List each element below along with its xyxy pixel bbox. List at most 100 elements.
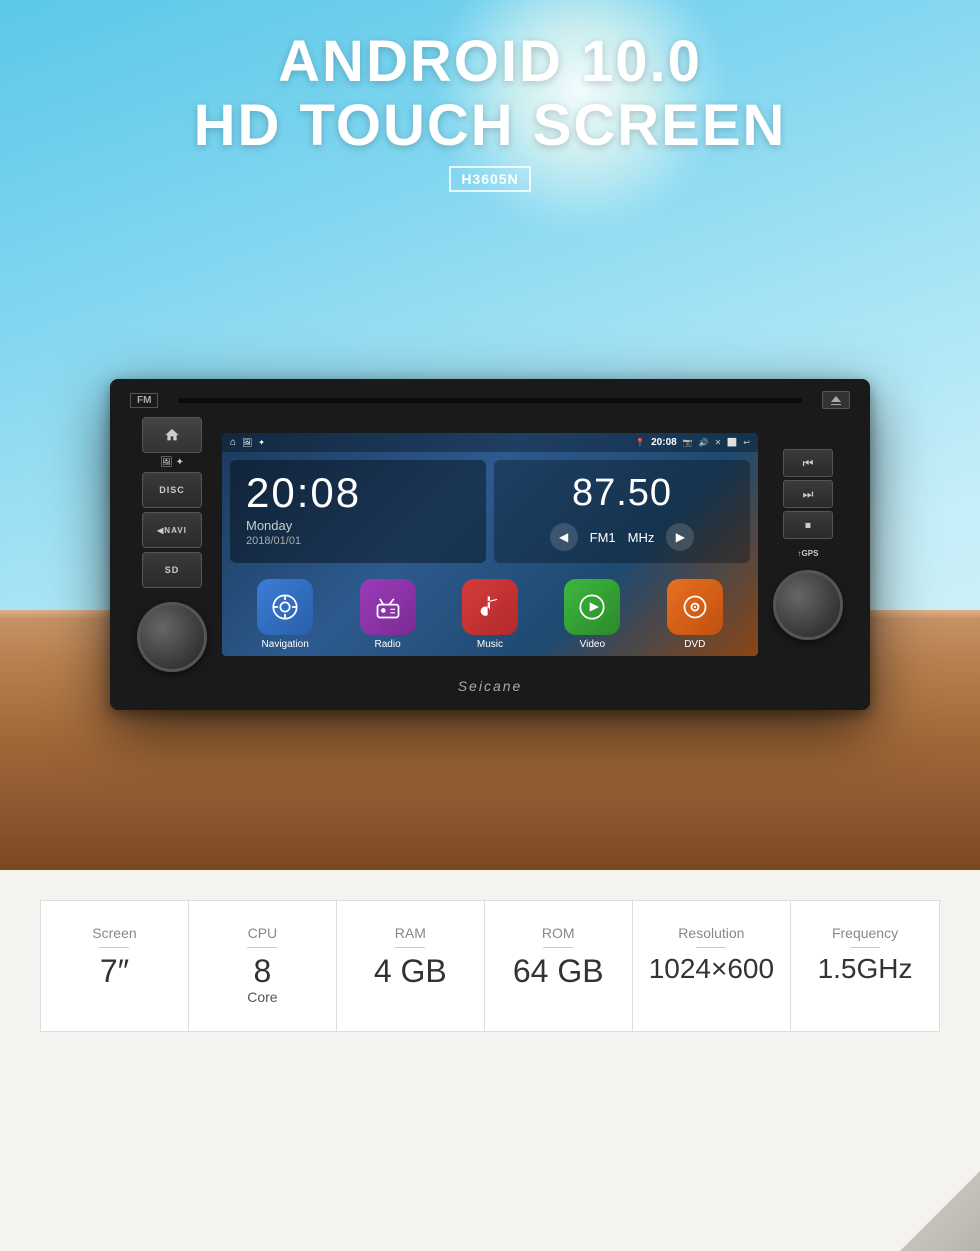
music-label: Music [477, 639, 503, 650]
spec-resolution-label: Resolution [678, 925, 744, 941]
spec-ram-divider [395, 947, 425, 948]
apps-row: Navigation [222, 571, 758, 656]
spec-ram-label: RAM [395, 925, 426, 941]
app-dvd[interactable]: DVD [667, 579, 723, 650]
skip-back-button[interactable]: ⏮ [783, 449, 833, 477]
status-bar: ⌂ 🖼 ✦ 📍 20:08 📷 🔊 ✕ ⬜ [222, 433, 758, 452]
device-wrapper: FM [110, 379, 870, 710]
eject-button[interactable] [822, 391, 850, 409]
media-controls: ⏮ ⏭ ⏹ [783, 449, 833, 539]
spec-cpu-number: 8 [253, 953, 271, 989]
specs-section: Screen 7″ CPU 8 Core RAM 4 GB ROM 64 GB … [0, 870, 980, 1251]
model-badge: H3605N [449, 166, 530, 192]
eject-line [831, 404, 841, 405]
nav-svg [271, 593, 299, 621]
app-music[interactable]: Music [462, 579, 518, 650]
photo-icon: 🖼 [160, 457, 173, 468]
disc-label: DISC [159, 485, 185, 495]
spec-rom-label: ROM [542, 925, 575, 941]
spec-resolution: Resolution 1024×600 [633, 901, 791, 1031]
volume-icon: 🔊 [699, 438, 709, 447]
title-line2: HD TOUCH SCREEN [0, 94, 980, 158]
left-panel: 🖼 ✦ DISC ◀NAVI SD [122, 417, 222, 672]
title-line1: ANDROID 10.0 [0, 30, 980, 94]
video-label: Video [580, 639, 605, 650]
spec-rom-divider [543, 947, 573, 948]
spec-screen-value: 7″ [100, 954, 129, 989]
home-status-icon: ⌂ [230, 437, 236, 448]
spec-cpu-unit: Core [247, 989, 277, 1005]
radio-info: ◀ FM1 MHz ▶ [510, 523, 734, 551]
spec-resolution-value: 1024×600 [649, 954, 774, 985]
radio-next-button[interactable]: ▶ [666, 523, 694, 551]
spec-cpu-value-group: 8 Core [247, 954, 277, 1007]
skip-forward-button[interactable]: ⏭ [783, 480, 833, 508]
radio-prev-button[interactable]: ◀ [550, 523, 578, 551]
home-button[interactable] [142, 417, 202, 453]
spec-rom-value: 64 GB [513, 954, 604, 989]
app-video[interactable]: Video [564, 579, 620, 650]
dvd-label: DVD [684, 639, 705, 650]
music-icon [462, 579, 518, 635]
status-right: 📍 20:08 📷 🔊 ✕ ⬜ ↩ [635, 437, 750, 448]
brand-label: Seicane [122, 672, 858, 698]
spec-frequency-divider [850, 947, 880, 948]
location-icon: 📍 [635, 438, 645, 447]
spec-screen: Screen 7″ [41, 901, 189, 1031]
dvd-icon [667, 579, 723, 635]
radio-band: FM1 [590, 530, 616, 545]
sd-label: SD [165, 565, 180, 575]
hero-title: ANDROID 10.0 HD TOUCH SCREEN H3605N [0, 30, 980, 192]
screen-area[interactable]: ⌂ 🖼 ✦ 📍 20:08 📷 🔊 ✕ ⬜ [222, 433, 758, 656]
camera-status-icon: 📷 [683, 438, 693, 447]
spec-frequency: Frequency 1.5GHz [791, 901, 939, 1031]
spec-ram: RAM 4 GB [337, 901, 485, 1031]
spec-screen-label: Screen [92, 925, 136, 941]
spec-cpu-label: CPU [248, 925, 278, 941]
radio-icon [360, 579, 416, 635]
clock-time: 20:08 [246, 472, 470, 514]
device-top-bar: FM [122, 391, 858, 417]
music-svg [476, 593, 504, 621]
app-radio[interactable]: Radio [360, 579, 416, 650]
device-body: 🖼 ✦ DISC ◀NAVI SD [122, 417, 858, 672]
app-navigation[interactable]: Navigation [257, 579, 313, 650]
android-ui: ⌂ 🖼 ✦ 📍 20:08 📷 🔊 ✕ ⬜ [222, 433, 758, 656]
settings-icon: ✦ [176, 457, 184, 468]
clock-day: Monday [246, 518, 470, 533]
stop-button[interactable]: ⏹ [783, 511, 833, 539]
hero-section: ANDROID 10.0 HD TOUCH SCREEN H3605N FM [0, 0, 980, 870]
radio-panel: 87.50 ◀ FM1 MHz ▶ [494, 460, 750, 563]
radio-unit: MHz [628, 530, 655, 545]
fm-label: FM [130, 393, 158, 408]
navigation-icon [257, 579, 313, 635]
eject-icon [831, 396, 841, 402]
right-knob[interactable] [773, 570, 843, 640]
usb-icon: ✦ [258, 438, 265, 447]
disc-button[interactable]: DISC [142, 472, 202, 508]
radio-app-label: Radio [375, 639, 401, 650]
video-svg [578, 593, 606, 621]
spec-resolution-divider [696, 947, 726, 948]
clock-panel: 20:08 Monday 2018/01/01 [230, 460, 486, 563]
image-icon: 🖼 [242, 438, 252, 447]
sd-button[interactable]: SD [142, 552, 202, 588]
left-knob[interactable] [137, 602, 207, 672]
spec-frequency-value: 1.5GHz [818, 954, 913, 985]
back-icon: ↩ [743, 438, 750, 447]
photo-settings-row: 🖼 ✦ [160, 457, 184, 468]
spec-cpu-divider [247, 947, 277, 948]
navigation-label: Navigation [262, 639, 309, 650]
video-icon [564, 579, 620, 635]
specs-grid: Screen 7″ CPU 8 Core RAM 4 GB ROM 64 GB … [40, 900, 940, 1032]
navi-button[interactable]: ◀NAVI [142, 512, 202, 548]
dvd-svg [681, 593, 709, 621]
status-time: 20:08 [651, 437, 677, 448]
gps-label: ↑GPS [798, 549, 819, 558]
spec-frequency-label: Frequency [832, 925, 898, 941]
brand-name: Seicane [458, 678, 523, 694]
radio-svg [374, 593, 402, 621]
screen-icon: ⬜ [727, 438, 737, 447]
close-status-icon: ✕ [715, 438, 722, 447]
spec-cpu: CPU 8 Core [189, 901, 337, 1031]
